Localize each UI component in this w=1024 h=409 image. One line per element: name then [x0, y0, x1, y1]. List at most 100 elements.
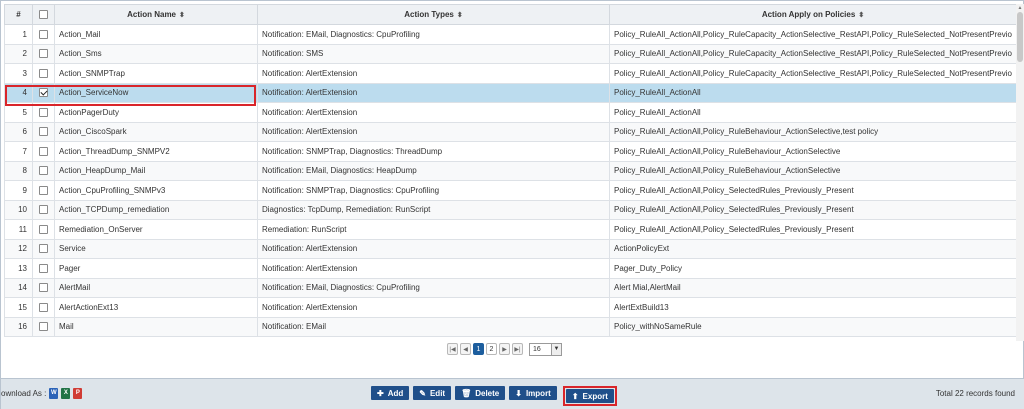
row-checkbox[interactable]: [39, 146, 48, 156]
page-2-button[interactable]: 2: [486, 343, 497, 355]
row-checkbox[interactable]: [39, 322, 48, 332]
table-row[interactable]: 11 Remediation_OnServer Remediation: RunSc…: [4, 219, 1017, 240]
row-checkbox[interactable]: [39, 302, 48, 312]
row-checkbox-cell[interactable]: [32, 102, 55, 123]
pdf-icon[interactable]: P: [73, 388, 83, 399]
row-action-policies: Alert Mial,AlertMail: [609, 277, 1017, 298]
scroll-up-icon[interactable]: ▲: [1017, 5, 1023, 11]
table-row[interactable]: 15 AlertActionExt13 Notification: AlertExt…: [4, 297, 1017, 318]
row-checkbox[interactable]: [39, 185, 48, 195]
next-page-button[interactable]: ▶: [499, 343, 510, 355]
word-icon[interactable]: W: [49, 388, 59, 399]
table-row[interactable]: 2 Action_Sms Notification: SMS Policy_RuleA…: [4, 43, 1017, 64]
header-select-all[interactable]: [32, 4, 55, 25]
row-checkbox-cell[interactable]: [32, 238, 55, 259]
last-page-button[interactable]: ▶|: [512, 343, 523, 355]
page-1-button[interactable]: 1: [473, 343, 484, 355]
row-checkbox[interactable]: [39, 283, 48, 293]
first-page-button[interactable]: |◀: [447, 343, 458, 355]
action-buttons: ✚ Add ✎ Edit 🗑 Delete ⬇ Import ⬆ Export: [371, 386, 617, 406]
row-checkbox[interactable]: [39, 244, 48, 254]
row-action-name: Action_Sms: [54, 43, 258, 64]
row-action-policies: AlertExtBuild13: [609, 297, 1017, 318]
table-row[interactable]: 16 Mail Notification: EMail Policy_withNoSa…: [4, 316, 1017, 337]
chevron-down-icon[interactable]: ▼: [551, 343, 561, 355]
download-as: ownload As : W X P: [1, 388, 83, 399]
row-checkbox[interactable]: [39, 224, 48, 234]
row-checkbox-cell[interactable]: [32, 258, 55, 279]
row-checkbox[interactable]: [39, 107, 48, 117]
excel-icon[interactable]: X: [61, 388, 71, 399]
download-label: ownload As :: [1, 389, 47, 398]
row-checkbox[interactable]: [39, 29, 48, 39]
row-checkbox-cell[interactable]: [32, 180, 55, 201]
header-action-name[interactable]: Action Name ⬍: [54, 4, 258, 25]
trash-icon: 🗑: [461, 388, 472, 398]
row-checkbox-cell[interactable]: [32, 121, 55, 142]
row-checkbox[interactable]: [39, 205, 48, 215]
row-checkbox-cell[interactable]: [32, 24, 55, 45]
table-row[interactable]: 4 Action_ServiceNow Notification: AlertExt…: [4, 82, 1017, 103]
select-all-checkbox[interactable]: [39, 10, 48, 20]
row-checkbox-cell[interactable]: [32, 199, 55, 220]
row-checkbox-cell[interactable]: [32, 297, 55, 318]
prev-page-button[interactable]: ◀: [460, 343, 471, 355]
table-row[interactable]: 3 Action_SNMPTrap Notification: AlertExten…: [4, 63, 1017, 84]
row-checkbox[interactable]: [39, 166, 48, 176]
sort-icon[interactable]: ⬍: [457, 12, 463, 19]
row-action-policies: Policy_withNoSameRule: [609, 316, 1017, 337]
row-checkbox-cell[interactable]: [32, 160, 55, 181]
sort-icon[interactable]: ⬍: [858, 12, 864, 19]
table-row[interactable]: 6 Action_CiscoSpark Notification: AlertExt…: [4, 121, 1017, 142]
row-action-types: Notification: AlertExtension: [257, 297, 610, 318]
total-records: Total 22 records found: [935, 389, 1015, 398]
table-row[interactable]: 7 Action_ThreadDump_SNMPV2 Notification: S…: [4, 141, 1017, 162]
vertical-scrollbar[interactable]: ▲: [1016, 4, 1024, 341]
row-index: 15: [4, 297, 33, 318]
row-checkbox[interactable]: [39, 88, 48, 98]
row-checkbox-cell[interactable]: [32, 316, 55, 337]
header-action-policies[interactable]: Action Apply on Policies ⬍: [609, 4, 1017, 25]
row-action-policies: Policy_RuleAll_ActionAll: [609, 82, 1017, 103]
table-row[interactable]: 8 Action_HeapDump_Mail Notification: EMail…: [4, 160, 1017, 181]
table-row[interactable]: 9 Action_CpuProfiling_SNMPv3 Notification:…: [4, 180, 1017, 201]
add-button[interactable]: ✚ Add: [371, 386, 410, 400]
row-index: 5: [4, 102, 33, 123]
row-checkbox[interactable]: [39, 68, 48, 78]
row-index: 6: [4, 121, 33, 142]
row-checkbox[interactable]: [39, 49, 48, 59]
row-action-policies: Policy_RuleAll_ActionAll,Policy_RuleBeha…: [609, 121, 1017, 142]
row-checkbox-cell[interactable]: [32, 82, 55, 103]
sort-icon[interactable]: ⬍: [179, 12, 185, 19]
row-action-types: Notification: SMS: [257, 43, 610, 64]
import-button[interactable]: ⬇ Import: [509, 386, 557, 400]
row-checkbox-cell[interactable]: [32, 141, 55, 162]
row-checkbox-cell[interactable]: [32, 219, 55, 240]
table-row[interactable]: 1 Action_Mail Notification: EMail, Diagnos…: [4, 24, 1017, 45]
header-action-types[interactable]: Action Types ⬍: [257, 4, 610, 25]
delete-button[interactable]: 🗑 Delete: [455, 386, 506, 400]
table-row[interactable]: 13 Pager Notification: AlertExtension Pager…: [4, 258, 1017, 279]
edit-button[interactable]: ✎ Edit: [413, 386, 452, 400]
row-index: 11: [4, 219, 33, 240]
row-checkbox-cell[interactable]: [32, 43, 55, 64]
row-checkbox[interactable]: [39, 127, 48, 137]
row-index: 10: [4, 199, 33, 220]
export-button[interactable]: ⬆ Export: [565, 389, 614, 403]
row-action-types: Notification: AlertExtension: [257, 121, 610, 142]
page-size-select[interactable]: 16 ▼: [529, 342, 562, 356]
row-action-types: Notification: SNMPTrap, Diagnostics: Cpu…: [257, 180, 610, 201]
table-row[interactable]: 12 Service Notification: AlertExtension Act…: [4, 238, 1017, 259]
table-row[interactable]: 5 ActionPagerDuty Notification: AlertExten…: [4, 102, 1017, 123]
row-action-types: Diagnostics: TcpDump, Remediation: RunSc…: [257, 199, 610, 220]
row-checkbox-cell[interactable]: [32, 63, 55, 84]
table-row[interactable]: 14 AlertMail Notification: EMail, Diagnost…: [4, 277, 1017, 298]
row-checkbox-cell[interactable]: [32, 277, 55, 298]
row-action-name: AlertMail: [54, 277, 258, 298]
row-checkbox[interactable]: [39, 263, 48, 273]
scrollbar-thumb[interactable]: [1017, 12, 1023, 62]
table-row[interactable]: 10 Action_TCPDump_remediation Diagnostics:…: [4, 199, 1017, 220]
page-size-value: 16: [533, 345, 541, 353]
row-action-policies: Policy_RuleAll_ActionAll,Policy_Selected…: [609, 180, 1017, 201]
row-action-name: Action_ThreadDump_SNMPV2: [54, 141, 258, 162]
